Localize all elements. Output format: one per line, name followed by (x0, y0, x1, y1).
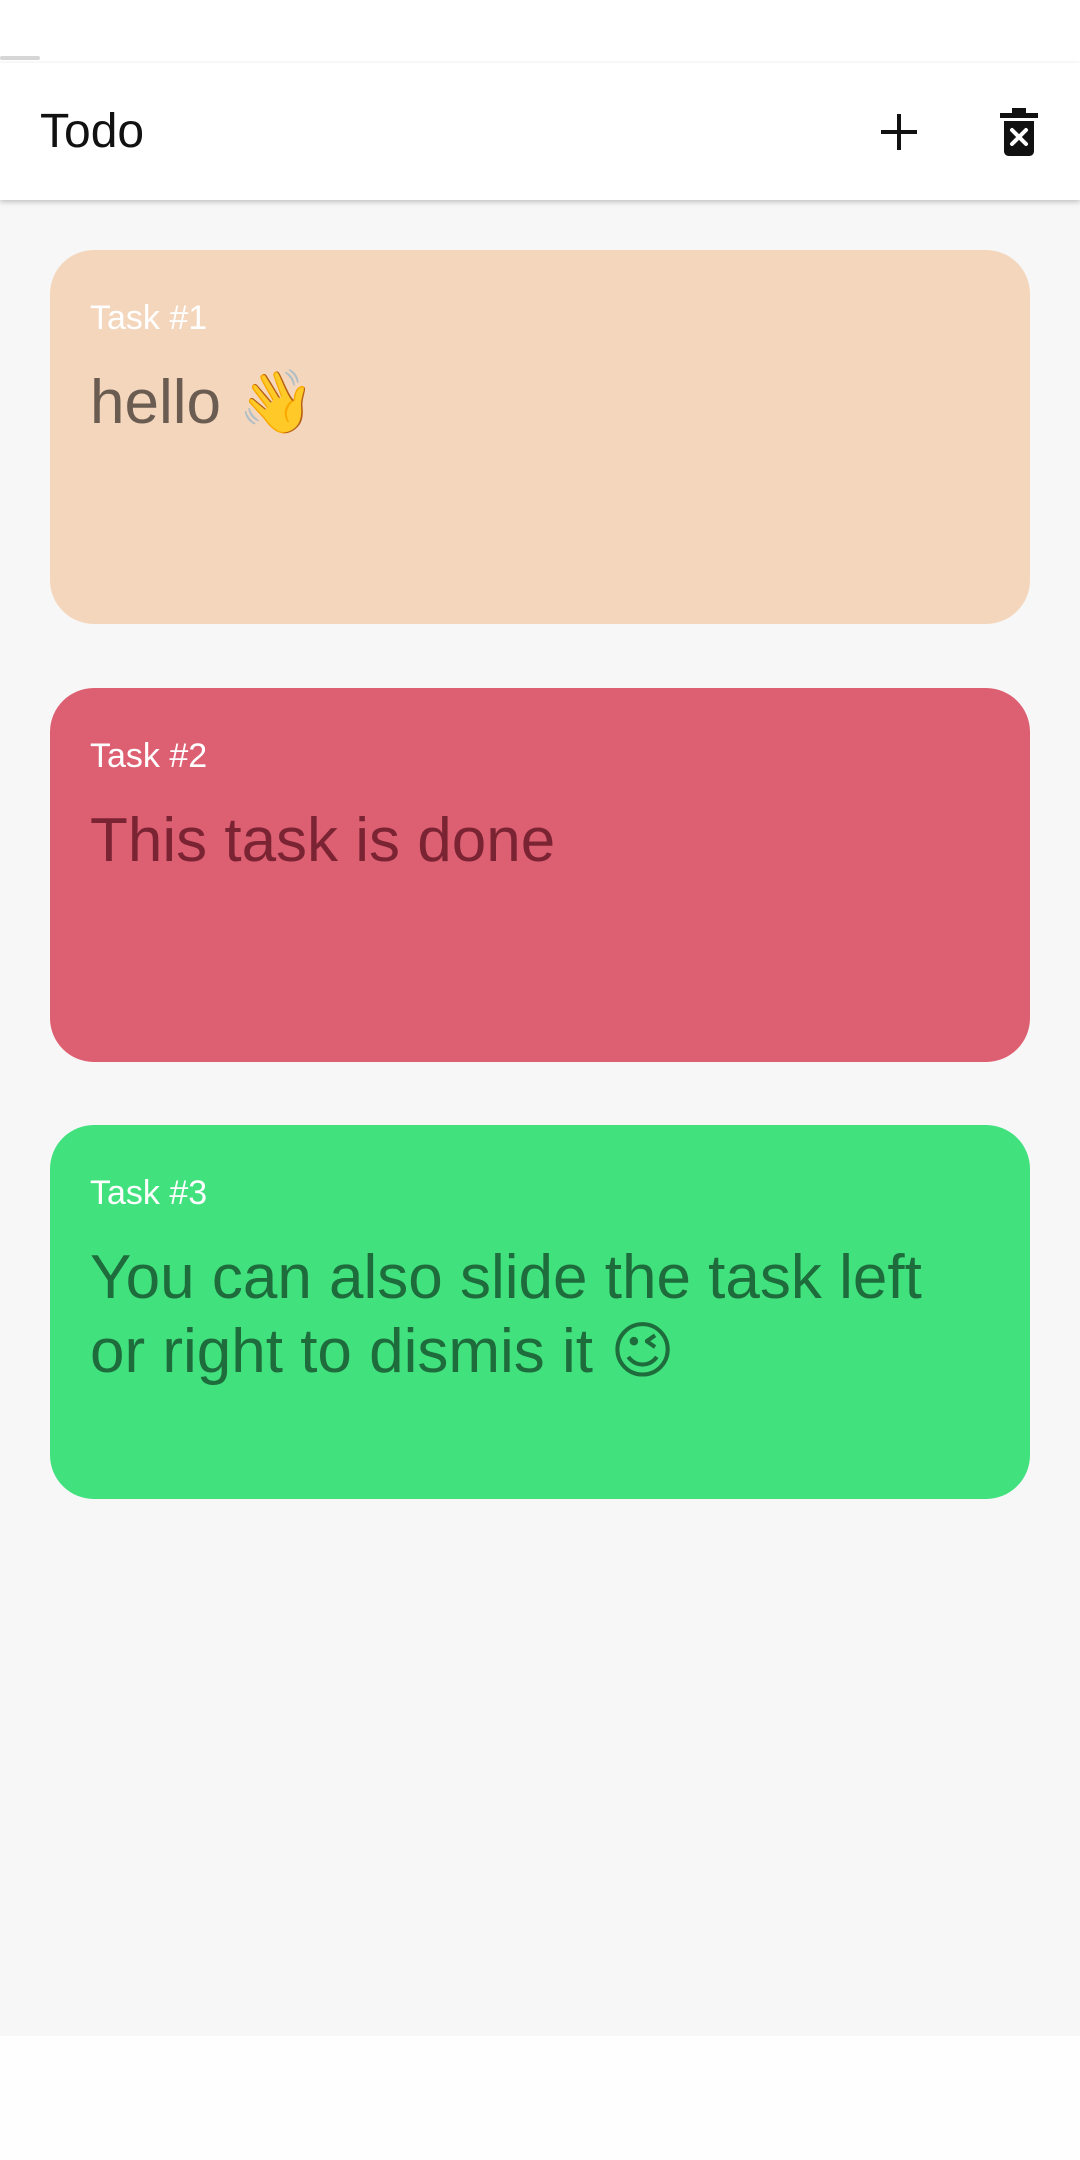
delete-all-button[interactable] (980, 93, 1058, 171)
task-list: Task #1 hello 👋 Task #2 This task is don… (0, 200, 1080, 2036)
task-card[interactable]: Task #1 hello 👋 (50, 250, 1030, 624)
task-text: hello 👋 (90, 368, 316, 437)
task-text: You can also slide the task left or righ… (90, 1243, 922, 1386)
status-bar-indicator (0, 56, 40, 60)
plus-icon (881, 114, 917, 150)
app-bar: Todo (0, 63, 1080, 200)
add-task-button[interactable] (860, 93, 938, 171)
task-card[interactable]: Task #3 You can also slide the task left… (50, 1125, 1030, 1499)
delete-forever-icon (1000, 108, 1038, 156)
task-text: This task is done (90, 806, 556, 875)
app-title: Todo (40, 105, 145, 158)
status-bar (0, 0, 1080, 63)
bottom-area (0, 2036, 1080, 2160)
task-number-label: Task #1 (90, 299, 208, 337)
task-number-label: Task #2 (90, 737, 208, 775)
task-number-label: Task #3 (90, 1174, 208, 1212)
task-card[interactable]: Task #2 This task is done (50, 688, 1030, 1062)
